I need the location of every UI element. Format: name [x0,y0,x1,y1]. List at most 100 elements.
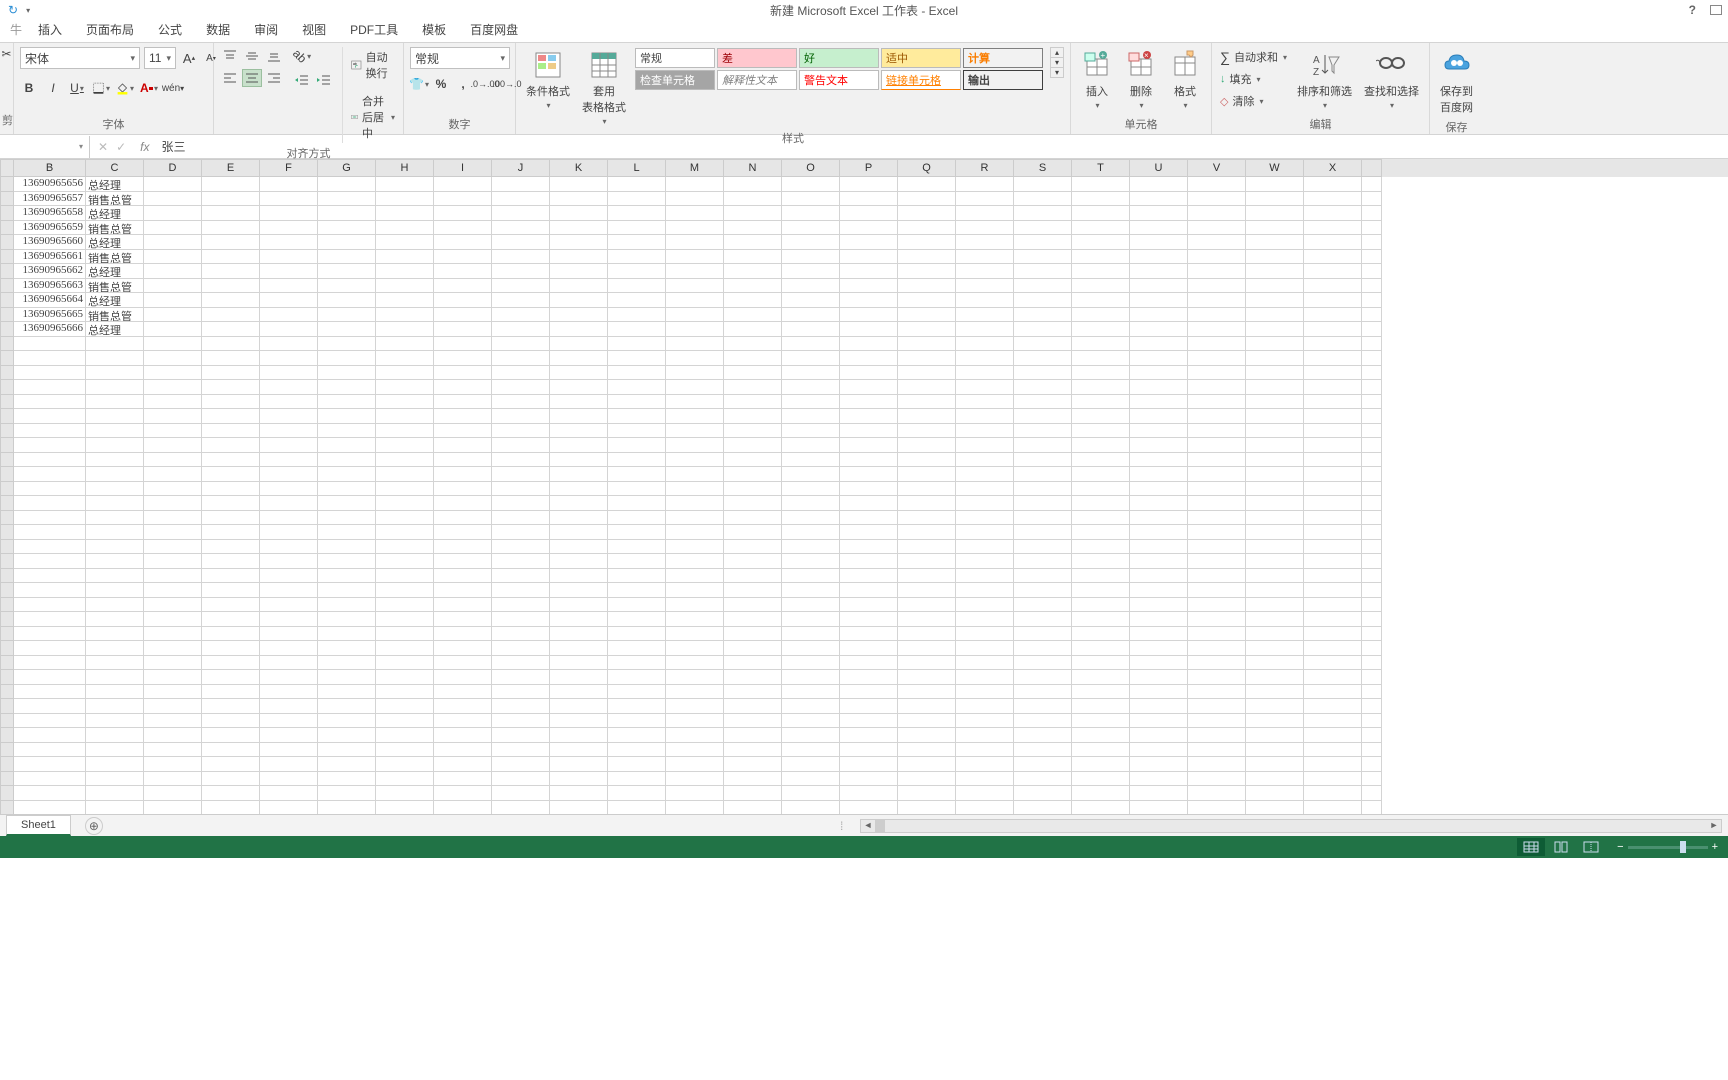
cell[interactable] [260,264,318,279]
cell[interactable] [144,656,202,671]
cell[interactable] [434,293,492,308]
cell[interactable] [434,279,492,294]
cell[interactable] [318,221,376,236]
style-neutral[interactable]: 适中 [881,48,961,68]
cell[interactable] [1130,627,1188,642]
cell[interactable] [1188,279,1246,294]
cell[interactable] [840,395,898,410]
cell[interactable] [492,714,550,729]
cell[interactable] [1246,380,1304,395]
cell[interactable] [492,453,550,468]
cell[interactable] [14,424,86,439]
cell[interactable] [608,264,666,279]
cell[interactable] [608,293,666,308]
cell[interactable] [1130,206,1188,221]
cell[interactable] [86,467,144,482]
cell[interactable]: 13690965665 [14,308,86,323]
cell[interactable]: 13690965659 [14,221,86,236]
cell[interactable] [724,525,782,540]
cell[interactable] [1304,569,1362,584]
cell[interactable] [376,540,434,555]
cell[interactable] [260,438,318,453]
increase-decimal-button[interactable]: .0→.00 [476,75,494,93]
cell[interactable] [1362,772,1382,787]
cell[interactable] [376,641,434,656]
cell[interactable] [1072,685,1130,700]
cell[interactable] [1014,656,1072,671]
cell[interactable] [608,366,666,381]
cell[interactable] [376,264,434,279]
cell[interactable] [144,482,202,497]
cell[interactable] [86,540,144,555]
cell[interactable] [492,279,550,294]
cell[interactable] [1014,714,1072,729]
cell[interactable] [1130,699,1188,714]
cell[interactable] [724,685,782,700]
find-select-button[interactable]: 查找和选择▾ [1360,47,1423,112]
cell[interactable] [782,366,840,381]
row-header[interactable] [0,192,14,207]
merge-center-button[interactable]: 合并后居中▾ [349,91,397,143]
cell[interactable] [1188,656,1246,671]
cell[interactable] [840,540,898,555]
row-header[interactable] [0,627,14,642]
cell[interactable] [144,395,202,410]
cell[interactable] [1246,395,1304,410]
cell[interactable] [376,250,434,265]
cell[interactable] [956,699,1014,714]
cell[interactable] [666,250,724,265]
cell[interactable] [840,598,898,613]
cell[interactable] [782,714,840,729]
cell[interactable] [1304,366,1362,381]
cell[interactable] [724,627,782,642]
cell[interactable] [956,511,1014,526]
cell[interactable] [318,366,376,381]
row-header[interactable] [0,656,14,671]
cell[interactable] [608,177,666,192]
cell[interactable] [144,279,202,294]
cell[interactable] [202,583,260,598]
cell[interactable] [608,728,666,743]
cell[interactable] [550,235,608,250]
cell[interactable] [1188,685,1246,700]
cell[interactable] [550,714,608,729]
cell[interactable] [1130,511,1188,526]
cell[interactable] [840,801,898,815]
cell[interactable] [1188,235,1246,250]
cell[interactable] [144,250,202,265]
cell[interactable] [318,380,376,395]
cell[interactable] [14,540,86,555]
cell[interactable] [1362,380,1382,395]
cell[interactable] [376,177,434,192]
cell[interactable] [260,801,318,815]
cell[interactable] [492,772,550,787]
tab-template[interactable]: 模板 [410,17,458,42]
cell[interactable] [782,757,840,772]
cell[interactable] [86,351,144,366]
cell[interactable] [1188,308,1246,323]
redo-icon[interactable]: ↻ [8,3,18,17]
cell[interactable] [1130,467,1188,482]
cell[interactable] [318,685,376,700]
column-header[interactable]: L [608,159,666,177]
cell[interactable] [840,322,898,337]
cell[interactable] [724,511,782,526]
cell[interactable] [1246,757,1304,772]
cell[interactable] [1188,337,1246,352]
cell[interactable] [840,685,898,700]
cell[interactable] [608,235,666,250]
cell[interactable] [1304,221,1362,236]
cell[interactable] [840,569,898,584]
cell[interactable] [1072,467,1130,482]
cell[interactable] [260,699,318,714]
cell[interactable] [1362,424,1382,439]
cell[interactable] [1130,235,1188,250]
cell[interactable] [1246,801,1304,815]
cell[interactable] [550,337,608,352]
cell[interactable] [840,221,898,236]
cell[interactable] [608,540,666,555]
tab-formulas[interactable]: 公式 [146,17,194,42]
cell[interactable]: 销售总管 [86,192,144,207]
cell[interactable]: 销售总管 [86,221,144,236]
cell[interactable] [260,366,318,381]
